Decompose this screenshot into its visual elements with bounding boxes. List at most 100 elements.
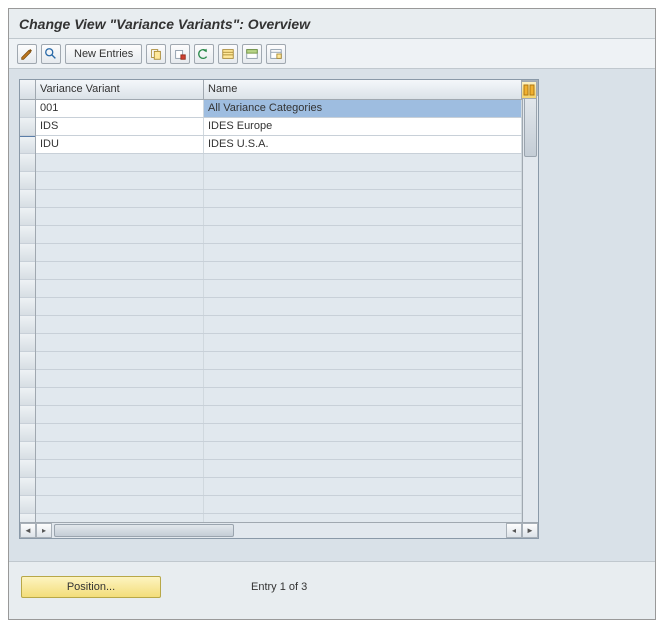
- cell-name: [204, 424, 522, 441]
- content-area: www.tutorialkart.com www.tutorialkart.co…: [9, 69, 655, 561]
- vscroll-track[interactable]: [523, 96, 538, 522]
- hscroll-step-right-icon[interactable]: ◂: [506, 523, 522, 538]
- deselect-all-icon[interactable]: [266, 44, 286, 64]
- cell-variant: [36, 460, 204, 477]
- table-row: [36, 460, 522, 478]
- table-row: [36, 226, 522, 244]
- vscroll-thumb[interactable]: [524, 97, 537, 157]
- grid: Variance Variant Name 001All Variance Ca…: [36, 80, 522, 538]
- expand-icon[interactable]: [41, 44, 61, 64]
- row-selector[interactable]: [20, 226, 35, 244]
- cell-variant: [36, 388, 204, 405]
- cell-variant[interactable]: 001: [36, 100, 204, 117]
- cell-name: [204, 298, 522, 315]
- variance-table: Variance Variant Name 001All Variance Ca…: [19, 79, 539, 539]
- toolbar: New Entries: [9, 39, 655, 69]
- cell-name[interactable]: All Variance Categories: [204, 100, 522, 117]
- row-selector[interactable]: [20, 496, 35, 514]
- row-selector[interactable]: [20, 136, 35, 154]
- col-header-name[interactable]: Name: [204, 80, 522, 99]
- row-selector[interactable]: [20, 370, 35, 388]
- row-selector[interactable]: [20, 244, 35, 262]
- row-selector[interactable]: [20, 118, 35, 136]
- cell-variant: [36, 190, 204, 207]
- row-selector[interactable]: [20, 280, 35, 298]
- cell-name: [204, 388, 522, 405]
- cell-name: [204, 406, 522, 423]
- row-selector[interactable]: [20, 298, 35, 316]
- row-selector[interactable]: [20, 478, 35, 496]
- row-selector[interactable]: [20, 388, 35, 406]
- undo-icon[interactable]: [194, 44, 214, 64]
- cell-variant: [36, 406, 204, 423]
- cell-variant: [36, 316, 204, 333]
- row-selector[interactable]: [20, 172, 35, 190]
- cell-name: [204, 154, 522, 171]
- cell-variant: [36, 298, 204, 315]
- sap-window: Change View "Variance Variants": Overvie…: [8, 8, 656, 620]
- page-title: Change View "Variance Variants": Overvie…: [9, 9, 655, 39]
- cell-name: [204, 262, 522, 279]
- entry-counter-label: Entry 1 of 3: [251, 581, 307, 593]
- cell-name: [204, 496, 522, 513]
- footer-bar: Position... Entry 1 of 3: [9, 561, 655, 612]
- table-row: [36, 406, 522, 424]
- row-selector[interactable]: [20, 352, 35, 370]
- col-header-variant[interactable]: Variance Variant: [36, 80, 204, 99]
- row-selector[interactable]: [20, 190, 35, 208]
- table-row: [36, 424, 522, 442]
- cell-variant: [36, 352, 204, 369]
- copy-icon[interactable]: [146, 44, 166, 64]
- table-row[interactable]: IDUIDES U.S.A.: [36, 136, 522, 154]
- table-row: [36, 388, 522, 406]
- table-row[interactable]: 001All Variance Categories: [36, 100, 522, 118]
- row-selector[interactable]: [20, 100, 35, 118]
- cell-variant: [36, 244, 204, 261]
- configure-columns-icon[interactable]: [521, 81, 537, 99]
- row-selector[interactable]: [20, 154, 35, 172]
- hscroll-thumb[interactable]: [54, 524, 234, 537]
- cell-variant[interactable]: IDU: [36, 136, 204, 153]
- row-selector[interactable]: [20, 208, 35, 226]
- table-row: [36, 370, 522, 388]
- cell-variant: [36, 262, 204, 279]
- new-entries-button[interactable]: New Entries: [65, 44, 142, 64]
- row-selector[interactable]: [20, 262, 35, 280]
- cell-variant: [36, 370, 204, 387]
- cell-name[interactable]: IDES U.S.A.: [204, 136, 522, 153]
- cell-name: [204, 208, 522, 225]
- cell-name: [204, 352, 522, 369]
- cell-variant: [36, 334, 204, 351]
- hscroll-step-left-icon[interactable]: ▸: [36, 523, 52, 538]
- table-row[interactable]: IDSIDES Europe: [36, 118, 522, 136]
- select-block-icon[interactable]: [242, 44, 262, 64]
- cell-name: [204, 172, 522, 189]
- table-row: [36, 244, 522, 262]
- grid-header-row: Variance Variant Name: [36, 80, 522, 100]
- select-all-icon[interactable]: [218, 44, 238, 64]
- cell-variant[interactable]: IDS: [36, 118, 204, 135]
- cell-name[interactable]: IDES Europe: [204, 118, 522, 135]
- row-selector-header[interactable]: [20, 80, 35, 100]
- grid-body: 001All Variance CategoriesIDSIDES Europe…: [36, 100, 522, 538]
- cell-variant: [36, 424, 204, 441]
- delete-icon[interactable]: [170, 44, 190, 64]
- cell-variant: [36, 442, 204, 459]
- cell-name: [204, 226, 522, 243]
- row-selector[interactable]: [20, 442, 35, 460]
- hscroll-track[interactable]: [52, 523, 506, 538]
- row-selector[interactable]: [20, 334, 35, 352]
- change-mode-icon[interactable]: [17, 44, 37, 64]
- table-row: [36, 352, 522, 370]
- table-row: [36, 298, 522, 316]
- cell-name: [204, 190, 522, 207]
- row-selector[interactable]: [20, 424, 35, 442]
- row-selector[interactable]: [20, 406, 35, 424]
- horizontal-scrollbar: ◄ ▸ ◂ ►: [36, 522, 522, 538]
- row-selector[interactable]: [20, 460, 35, 478]
- cell-name: [204, 316, 522, 333]
- cell-variant: [36, 208, 204, 225]
- position-button[interactable]: Position...: [21, 576, 161, 598]
- row-selector[interactable]: [20, 316, 35, 334]
- row-selector-column: [20, 80, 36, 538]
